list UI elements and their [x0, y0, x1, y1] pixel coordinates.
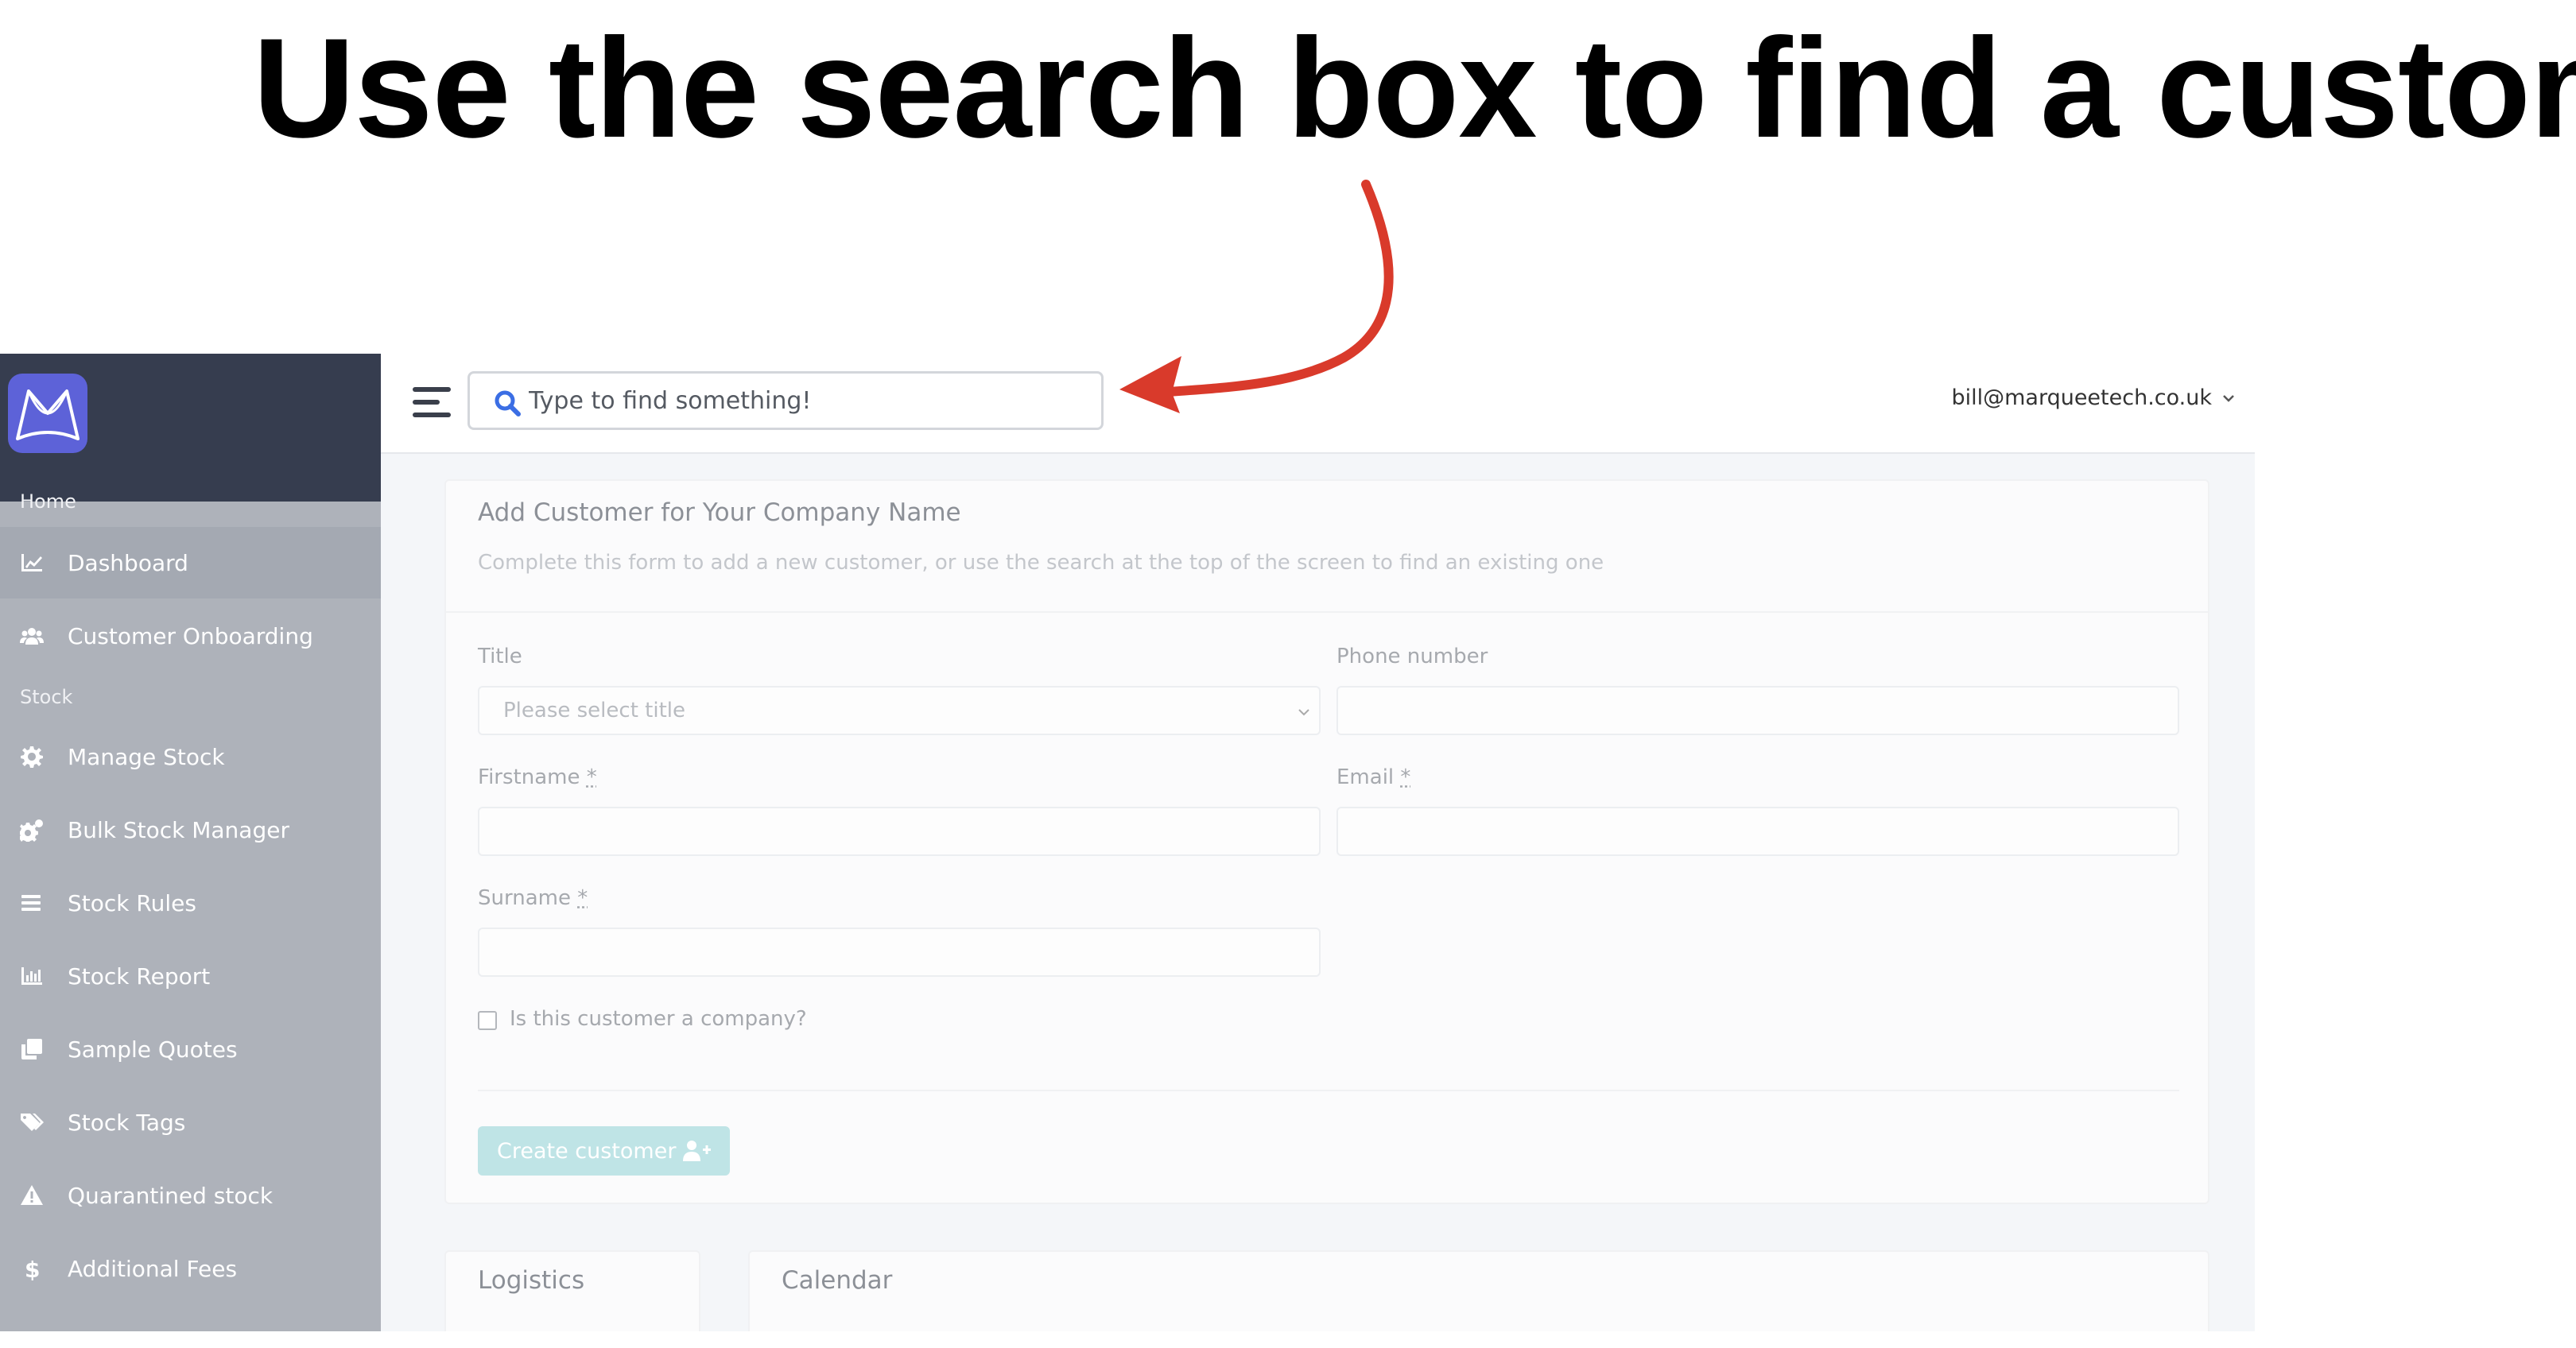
search-icon	[494, 389, 521, 416]
sidebar-item-manage-stock[interactable]: Manage Stock	[0, 721, 381, 792]
card-subtitle: Complete this form to add a new customer…	[478, 551, 1604, 575]
divider	[446, 611, 2208, 613]
list-icon	[20, 891, 44, 915]
surname-label-text: Surname	[478, 886, 571, 910]
users-icon	[20, 624, 44, 648]
search-input[interactable]	[529, 380, 1085, 421]
add-customer-card: Add Customer for Your Company Name Compl…	[444, 479, 2209, 1204]
card-title: Add Customer for Your Company Name	[478, 498, 961, 527]
logistics-card: Logistics	[444, 1250, 700, 1331]
marquee-logo-icon[interactable]	[8, 374, 87, 453]
gears-icon	[20, 818, 44, 842]
firstname-label-text: Firstname	[478, 765, 580, 789]
sidebar-item-dashboard[interactable]: Dashboard	[0, 527, 381, 598]
calendar-title: Calendar	[782, 1266, 893, 1295]
divider	[478, 1090, 2179, 1091]
dollar-icon: $	[20, 1257, 44, 1283]
sidebar-section-home: Home	[20, 490, 76, 513]
email-field[interactable]	[1336, 807, 2179, 856]
add-user-icon	[683, 1141, 712, 1161]
app-window: Home Dashboard Customer Onboarding Stock…	[0, 354, 2255, 1331]
logistics-title: Logistics	[478, 1266, 585, 1295]
sidebar-item-quarantined-stock[interactable]: Quarantined stock	[0, 1160, 381, 1231]
sidebar-item-sample-quotes[interactable]: Sample Quotes	[0, 1013, 381, 1085]
sidebar-item-label: Additional Fees	[68, 1255, 238, 1282]
required-mark: *	[586, 765, 597, 789]
sidebar-item-stock-rules[interactable]: Stock Rules	[0, 867, 381, 939]
screenshot-root: Use the search box to find a customer Ho…	[0, 0, 2576, 1348]
sidebar-item-customer-onboarding[interactable]: Customer Onboarding	[0, 600, 381, 672]
company-checkbox-label: Is this customer a company?	[510, 1007, 807, 1031]
email-label: Email *	[1336, 765, 1410, 789]
user-email: bill@marqueetech.co.uk	[1951, 385, 2212, 410]
svg-text:$: $	[25, 1257, 40, 1280]
sidebar-header	[0, 354, 381, 502]
title-select[interactable]: Please select title	[478, 686, 1321, 735]
sidebar-item-bulk-stock-manager[interactable]: Bulk Stock Manager	[0, 794, 381, 866]
sidebar-item-label: Customer Onboarding	[68, 622, 313, 649]
surname-field[interactable]	[478, 928, 1321, 977]
bar-chart-icon	[20, 964, 44, 988]
title-select-value: Please select title	[503, 699, 685, 722]
sidebar-item-label: Bulk Stock Manager	[68, 816, 289, 843]
chevron-down-icon	[1298, 709, 1309, 716]
sidebar-item-label: Quarantined stock	[68, 1182, 274, 1209]
sidebar-item-additional-fees[interactable]: $ Additional Fees	[0, 1233, 381, 1304]
sidebar-item-label: Manage Stock	[68, 743, 225, 770]
sidebar-item-label: Dashboard	[68, 549, 188, 576]
copy-icon	[20, 1037, 44, 1061]
tags-icon	[20, 1110, 44, 1134]
gear-icon	[20, 745, 44, 769]
surname-label: Surname *	[478, 886, 588, 910]
company-checkbox[interactable]	[478, 1011, 497, 1030]
title-label: Title	[478, 645, 522, 668]
firstname-label: Firstname *	[478, 765, 597, 789]
sidebar-section-stock: Stock	[20, 686, 73, 708]
main-content: Add Customer for Your Company Name Compl…	[381, 455, 2255, 1331]
sidebar-item-label: Sample Quotes	[68, 1036, 238, 1063]
firstname-field[interactable]	[478, 807, 1321, 856]
required-mark: *	[577, 886, 588, 910]
create-customer-button[interactable]: Create customer	[478, 1126, 731, 1176]
email-label-text: Email	[1336, 765, 1395, 789]
search-box[interactable]	[467, 371, 1104, 430]
required-mark: *	[1400, 765, 1411, 789]
create-customer-label: Create customer	[497, 1138, 677, 1164]
top-header: bill@marqueetech.co.uk	[381, 354, 2255, 454]
sidebar-item-label: Stock Rules	[68, 889, 196, 916]
chart-line-icon	[20, 551, 44, 575]
phone-field[interactable]	[1336, 686, 2179, 735]
sidebar-item-label: Stock Report	[68, 963, 211, 990]
calendar-card: Calendar	[748, 1250, 2209, 1331]
user-menu[interactable]: bill@marqueetech.co.uk	[1951, 385, 2236, 410]
sidebar-item-label: Stock Tags	[68, 1109, 186, 1136]
phone-label: Phone number	[1336, 645, 1488, 668]
annotation-headline: Use the search box to find a customer	[253, 9, 2576, 167]
warning-icon	[20, 1183, 44, 1207]
menu-toggle-icon[interactable]	[413, 387, 452, 419]
chevron-down-icon	[2223, 394, 2234, 402]
sidebar-item-stock-report[interactable]: Stock Report	[0, 940, 381, 1012]
sidebar: Home Dashboard Customer Onboarding Stock…	[0, 354, 381, 1331]
sidebar-item-stock-tags[interactable]: Stock Tags	[0, 1087, 381, 1158]
